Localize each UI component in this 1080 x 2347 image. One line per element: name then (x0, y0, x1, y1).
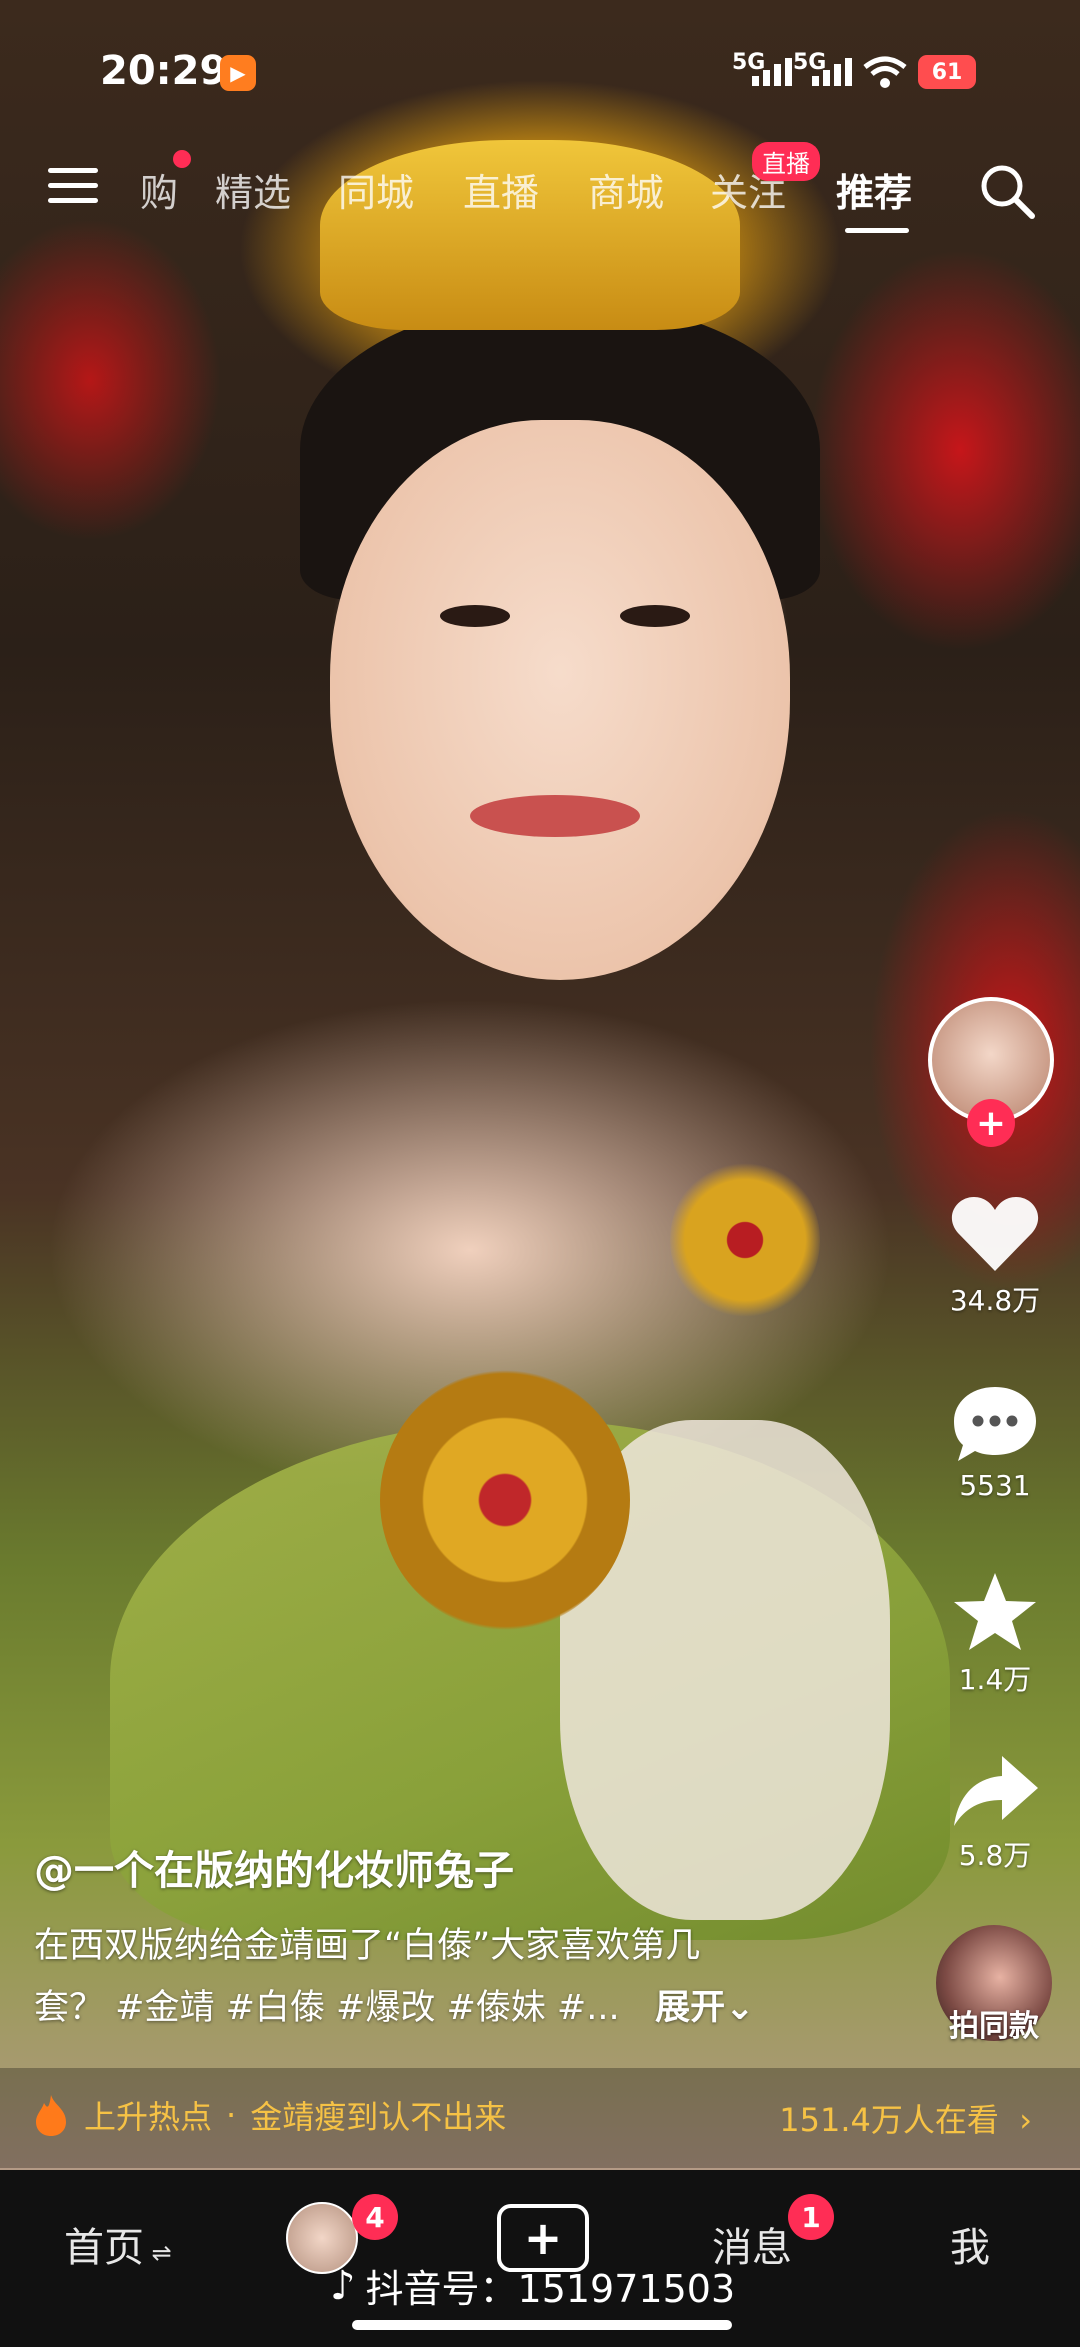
tab-local[interactable]: 同城 (338, 162, 414, 217)
status-bar: 20:29 ▶ 5G 5G 61 (0, 0, 1080, 140)
post-description: 在西双版纳给金靖画了“白傣”大家喜欢第几 套？ #金靖 #白傣 #爆改 #傣妹 … (34, 1915, 834, 2039)
hot-topic: 金靖瘦到认不出来 (250, 2098, 507, 2136)
gold-shoulder-ornament (670, 1160, 820, 1320)
hot-label: 上升热点 (84, 2098, 213, 2136)
signal-bars-2-icon (812, 58, 852, 86)
like-count: 34.8万 (949, 1284, 1041, 1317)
home-indicator[interactable] (352, 2320, 732, 2330)
nav-me[interactable]: 我 (950, 2215, 990, 2273)
plus-icon: + (523, 2211, 563, 2265)
menu-icon[interactable] (48, 168, 98, 208)
same-style-label: 拍同款 (949, 2009, 1039, 2044)
left-eye (440, 605, 510, 627)
signal-bars-1-icon (752, 58, 792, 86)
comment-icon (954, 1387, 1036, 1461)
comment-button[interactable]: 5531 (925, 1383, 1065, 1502)
flame-icon (36, 2095, 66, 2136)
chevron-down-icon: ⌄ (725, 1988, 755, 2028)
face (330, 420, 790, 980)
description-hashtags[interactable]: 套？ #金靖 #白傣 #爆改 #傣妹 #... (34, 1988, 620, 2028)
tab-mall[interactable]: 商城 (588, 162, 664, 217)
expand-label: 展开 (655, 1988, 726, 2028)
refresh-arrows-icon: ⇌ (144, 2239, 172, 2267)
same-style-button[interactable]: 拍同款 (934, 1925, 1054, 2085)
share-arrow-icon (954, 1756, 1038, 1826)
viewer-count: 151.4万人在看 (779, 2101, 999, 2139)
douyin-logo-icon: ♪ (330, 2262, 356, 2309)
nav-home-label: 首页 (64, 2225, 144, 2271)
search-icon[interactable] (978, 162, 1036, 220)
active-tab-indicator (845, 228, 909, 233)
comment-count: 5531 (959, 1469, 1031, 1502)
heart-icon (951, 1197, 1039, 1271)
friends-badge: 4 (352, 2194, 398, 2240)
description-line-2: 套？ #金靖 #白傣 #爆改 #傣妹 #... 展开⌄ (34, 1977, 834, 2039)
hot-topic-info[interactable]: 上升热点 · 金靖瘦到认不出来 (32, 2092, 506, 2138)
creator-username[interactable]: @一个在版纳的化妆师兔子 (34, 1838, 514, 1896)
live-badge: 直播 (752, 142, 820, 181)
tab-recommend[interactable]: 推荐 (836, 162, 912, 217)
douyin-id: ♪ 抖音号：151971503 (330, 2258, 735, 2313)
star-icon (954, 1573, 1036, 1650)
tab-featured[interactable]: 精选 (215, 162, 291, 217)
douyin-id-text: 抖音号：151971503 (365, 2267, 736, 2311)
gold-necklace-pendant (380, 1370, 630, 1630)
lips (470, 795, 640, 837)
share-button[interactable]: 5.8万 (925, 1752, 1065, 1874)
video-app-icon: ▶ (220, 55, 256, 91)
tab-shop[interactable]: 购 (140, 162, 178, 217)
nav-home[interactable]: 首页 ⇌ (64, 2215, 172, 2273)
share-count: 5.8万 (958, 1839, 1032, 1872)
expand-button[interactable]: 展开⌄ (631, 1988, 755, 2028)
live-viewers[interactable]: 151.4万人在看 › (779, 2095, 1032, 2141)
dot-separator: · (226, 2096, 237, 2134)
favorite-count: 1.4万 (958, 1663, 1032, 1696)
clock: 20:29 (100, 48, 228, 94)
right-eye (620, 605, 690, 627)
like-button[interactable]: 34.8万 (925, 1195, 1065, 1319)
chevron-right-icon: › (1009, 2101, 1032, 2139)
battery-indicator: 61 (918, 55, 976, 89)
favorite-button[interactable]: 1.4万 (925, 1570, 1065, 1698)
wifi-icon (863, 56, 907, 88)
tab-live[interactable]: 直播 (463, 162, 539, 217)
messages-badge: 1 (788, 2194, 834, 2240)
description-line-1: 在西双版纳给金靖画了“白傣”大家喜欢第几 (34, 1926, 701, 1966)
follow-button[interactable]: + (967, 1099, 1015, 1147)
